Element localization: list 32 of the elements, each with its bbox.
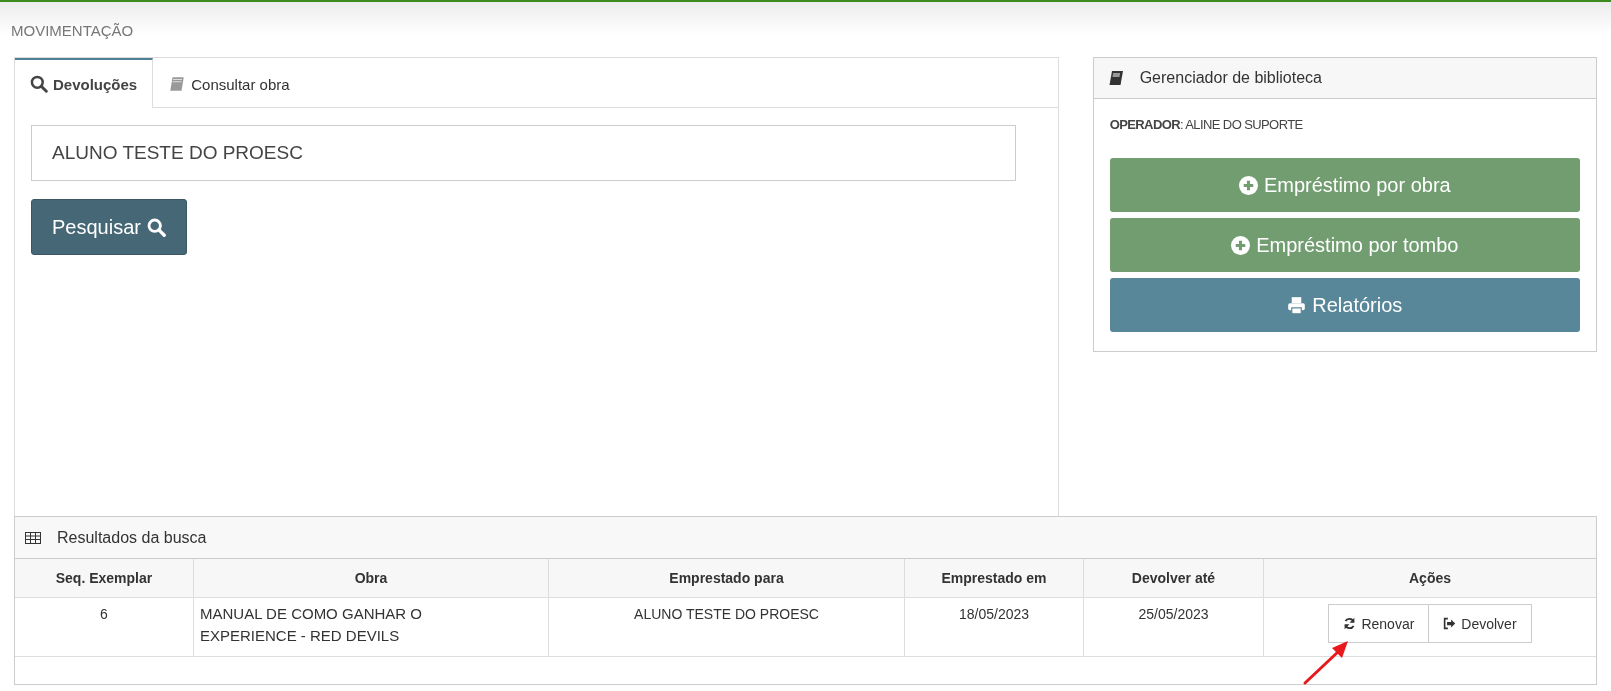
table-cell: 6: [15, 597, 194, 657]
column-header: Devolver até: [1083, 559, 1264, 598]
table-cell: ALUNO TESTE DO PROESC: [548, 597, 905, 657]
column-header: Seq. Exemplar: [15, 559, 194, 598]
table-cell: 18/05/2023: [904, 597, 1084, 657]
column-header: Emprestado em: [904, 559, 1084, 598]
sign-out-icon: [1443, 617, 1457, 630]
book-icon: [168, 75, 187, 93]
search-field[interactable]: ALUNO TESTE DO PROESC: [31, 125, 1016, 181]
panel-title: Resultados da busca: [57, 528, 207, 547]
table-cell: MANUAL DE COMO GANHAR O EXPERIENCE - RED DEVILS: [193, 597, 549, 657]
plus-circle-icon: [1231, 235, 1251, 255]
action-button[interactable]: Relatórios: [1109, 278, 1580, 332]
column-header: Obra: [193, 559, 549, 598]
tab[interactable]: Devoluções: [15, 58, 154, 108]
column-header: Ações: [1263, 559, 1596, 598]
row-action-button[interactable]: Renovar: [1328, 604, 1430, 643]
tab[interactable]: Consultar obra: [153, 58, 305, 108]
table-icon: [25, 531, 41, 544]
row-action-button[interactable]: Devolver: [1429, 604, 1532, 643]
book-icon: [1107, 70, 1124, 86]
panel-title: Gerenciador de biblioteca: [1139, 69, 1322, 87]
search-icon: [30, 75, 48, 93]
search-icon: [146, 217, 166, 237]
operator-text: OPERADOR: ALINE DO SUPORTE: [1109, 117, 1304, 132]
column-header: Emprestado para: [548, 559, 905, 598]
refresh-icon: [1343, 617, 1357, 630]
page-title: MOVIMENTAÇÃO: [11, 22, 134, 39]
plus-circle-icon: [1238, 175, 1258, 195]
printer-icon: [1287, 295, 1307, 315]
table-cell: 25/05/2023: [1083, 597, 1264, 657]
search-button[interactable]: Pesquisar: [31, 199, 187, 255]
